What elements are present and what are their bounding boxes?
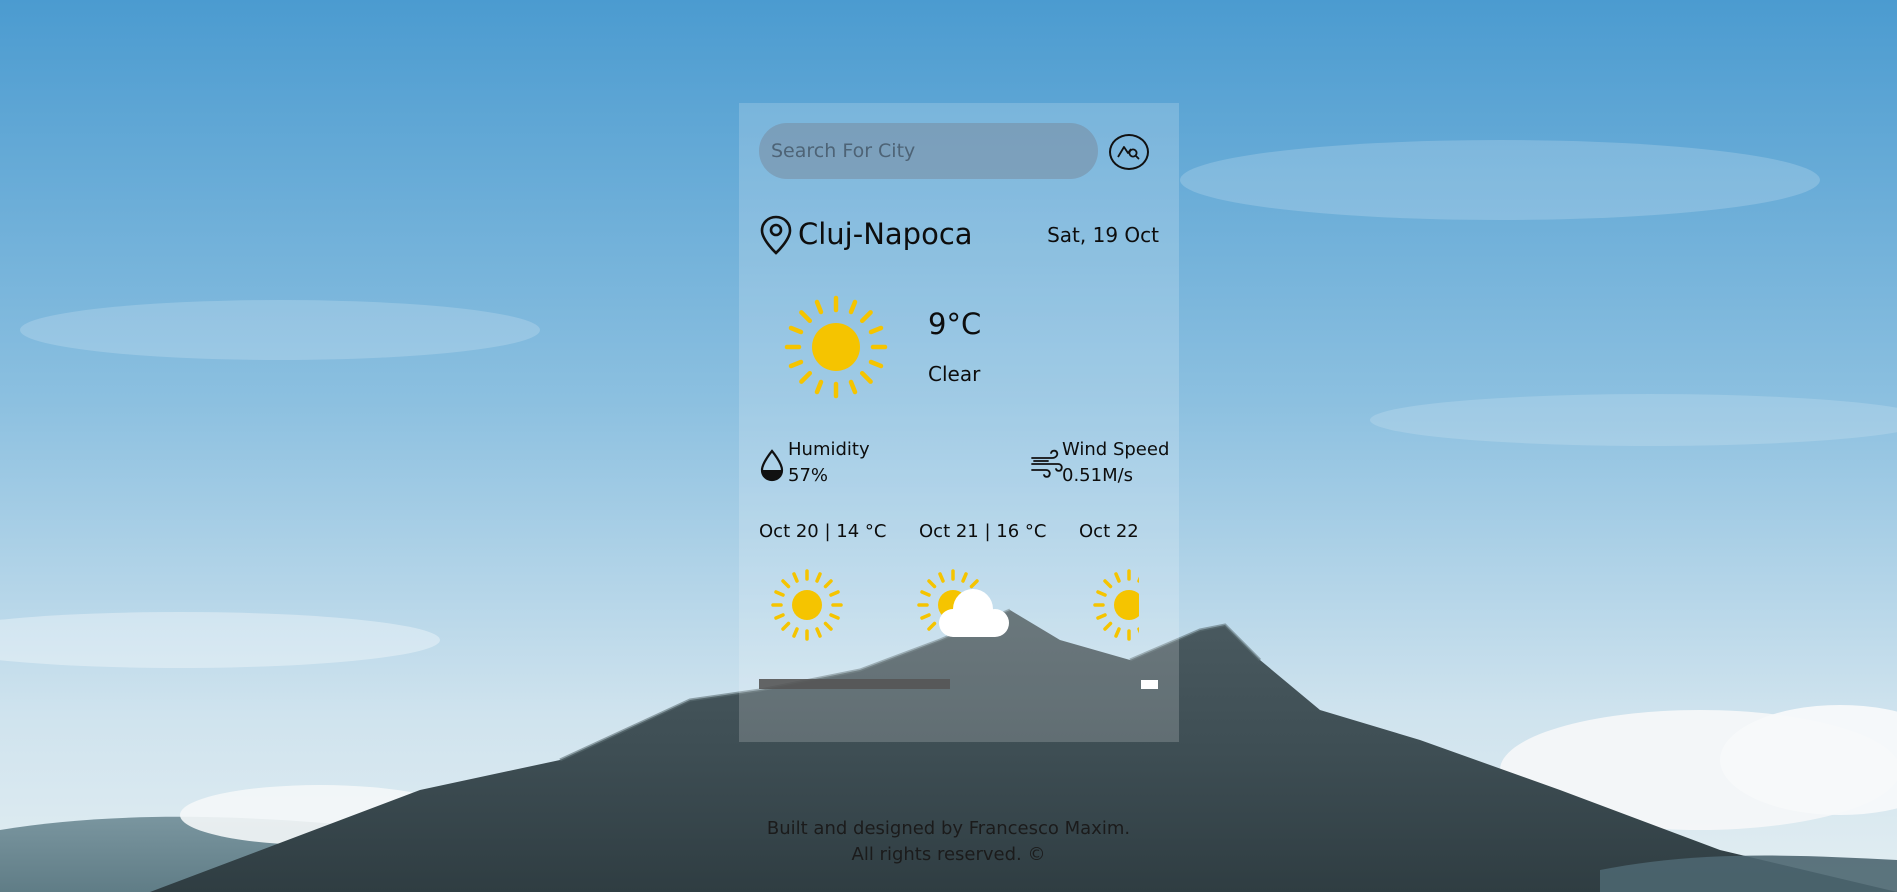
wind-speed-label: Wind Speed <box>1062 439 1170 460</box>
forecast-item: Oct 20 | 14 °C <box>759 515 909 655</box>
footer-copyright: All rights reserved. © <box>851 844 1046 865</box>
weather-condition: Clear <box>928 362 981 386</box>
humidity-label: Humidity <box>788 439 870 460</box>
search-bar <box>759 123 1179 179</box>
scrollbar-thumb[interactable] <box>759 679 950 689</box>
forecast-date: Oct 21 | 16 °C <box>919 521 1047 542</box>
weather-card: Cluj-Napoca Sat, 19 Oct 9°C Clear Hu <box>739 103 1179 742</box>
search-button[interactable] <box>1109 134 1149 170</box>
mountain-search-icon <box>1117 146 1140 160</box>
location-header: Cluj-Napoca Sat, 19 Oct <box>759 213 1159 257</box>
forecast-date: Oct 20 | 14 °C <box>759 521 887 542</box>
search-input[interactable] <box>759 123 1098 179</box>
wind-icon <box>1031 449 1063 478</box>
footer: Built and designed by Francesco Maxim. A… <box>0 816 1897 868</box>
current-date: Sat, 19 Oct <box>1047 223 1159 247</box>
forecast-carousel[interactable]: Oct 20 | 14 °C Oct 21 | 16 °C Oct 22 <box>759 515 1139 755</box>
wind-speed-value: 0.51M/s <box>1062 465 1134 486</box>
footer-credit: Built and designed by Francesco Maxim. <box>766 818 1131 839</box>
forecast-scrollbar[interactable] <box>759 679 1159 689</box>
sun-icon <box>771 569 843 641</box>
forecast-item: Oct 21 | 16 °C <box>917 515 1069 655</box>
sun-icon <box>784 295 888 399</box>
forecast-item: Oct 22 | <box>1079 515 1139 655</box>
city-name: Cluj-Napoca <box>798 217 973 251</box>
sun-cloud-icon <box>917 569 1009 637</box>
humidity-drop-icon <box>760 449 784 482</box>
current-temperature: 9°C <box>928 307 982 341</box>
sun-icon <box>1093 569 1139 641</box>
forecast-date: Oct 22 | <box>1079 521 1139 542</box>
forecast-track: Oct 20 | 14 °C Oct 21 | 16 °C Oct 22 <box>759 515 1139 655</box>
humidity-value: 57% <box>788 465 829 486</box>
scrollbar-end-marker <box>1141 680 1158 689</box>
location-pin-icon <box>760 215 792 255</box>
